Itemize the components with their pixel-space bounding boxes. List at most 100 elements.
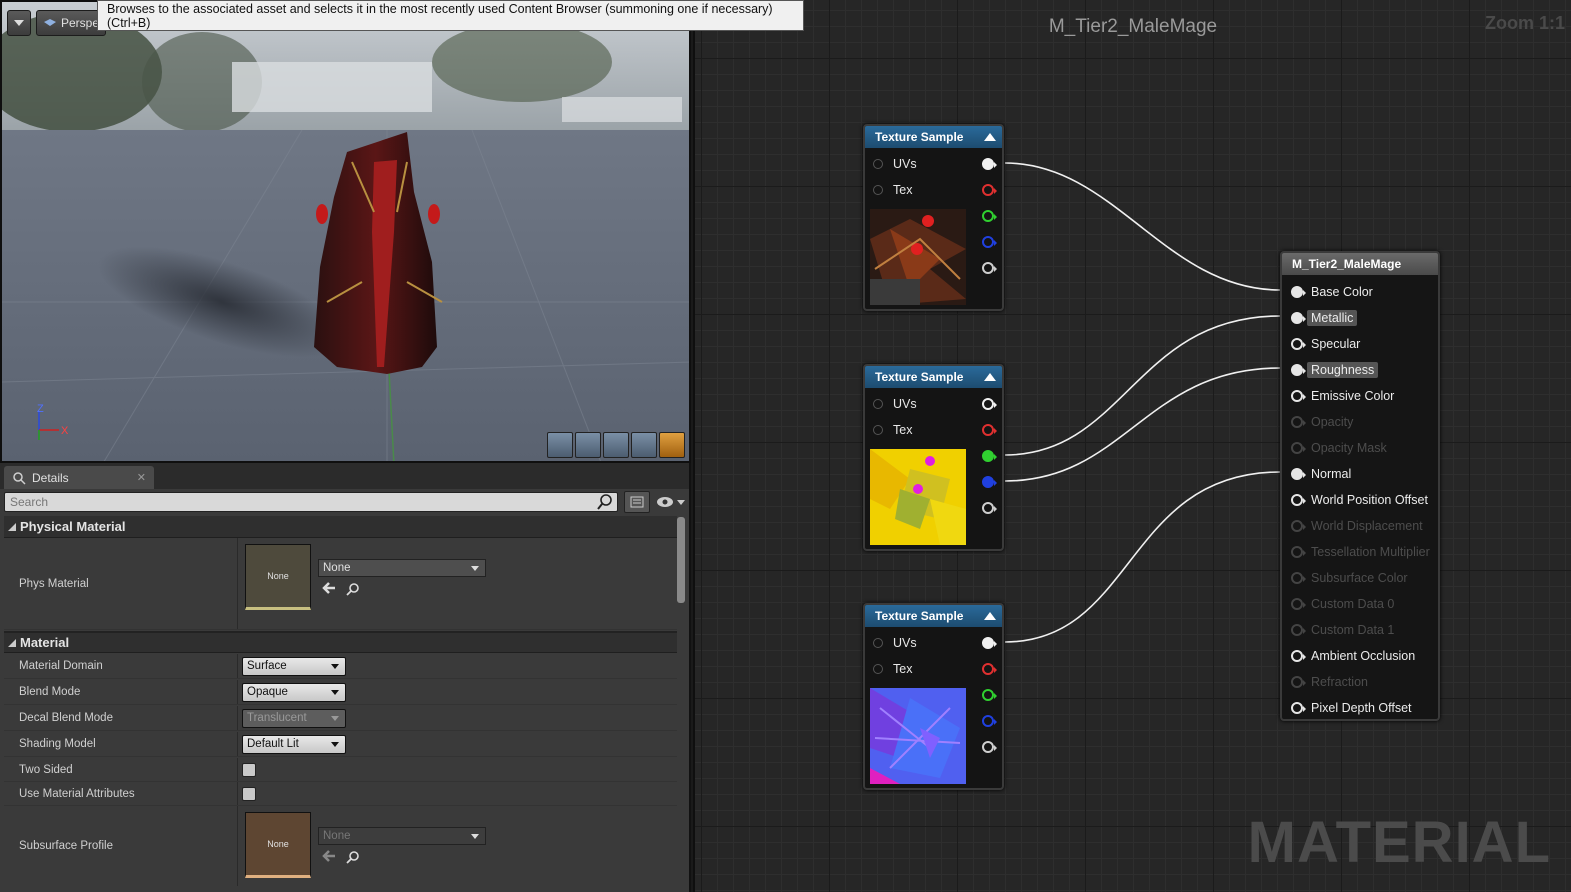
- search-input[interactable]: Search: [4, 492, 619, 512]
- output-a-pin[interactable]: [982, 262, 997, 274]
- viewport-options-button[interactable]: [7, 10, 31, 36]
- plane-preview-button[interactable]: [603, 432, 629, 458]
- node-header[interactable]: Texture Sample: [865, 366, 1002, 388]
- browse-magnifier-icon[interactable]: [346, 582, 360, 596]
- node-title: Texture Sample: [875, 609, 964, 623]
- perspective-button[interactable]: Perspe: [36, 10, 106, 36]
- shading-model-label: Shading Model: [19, 738, 96, 750]
- material-domain-dropdown[interactable]: Surface: [242, 656, 346, 676]
- pin-specular[interactable]: Specular: [1282, 331, 1438, 357]
- output-a-pin[interactable]: [982, 502, 997, 514]
- pin-tex[interactable]: Tex: [865, 656, 1002, 682]
- input-pin-icon[interactable]: [1291, 494, 1306, 506]
- collapse-icon[interactable]: [984, 612, 996, 620]
- output-b-pin[interactable]: [982, 715, 997, 727]
- texture-sample-node[interactable]: Texture Sample UVs Tex: [863, 603, 1004, 790]
- pin-tessellation-multiplier: Tessellation Multiplier: [1282, 539, 1438, 565]
- pin-normal[interactable]: Normal: [1282, 461, 1438, 487]
- two-sided-checkbox[interactable]: [242, 762, 256, 777]
- collapse-icon[interactable]: [984, 373, 996, 381]
- pin-label: World Displacement: [1311, 519, 1423, 533]
- input-pin-icon[interactable]: [873, 425, 883, 435]
- node-title: Texture Sample: [875, 370, 964, 384]
- phys-material-thumbnail[interactable]: None: [245, 544, 311, 610]
- input-pin-icon[interactable]: [873, 399, 883, 409]
- pin-base-color[interactable]: Base Color: [1282, 279, 1438, 305]
- input-pin-icon[interactable]: [1291, 468, 1306, 480]
- material-graph[interactable]: M_Tier2_MaleMage Zoom 1:1 MATERIAL Textu…: [693, 0, 1571, 892]
- sphere-preview-button[interactable]: [575, 432, 601, 458]
- output-b-pin[interactable]: [982, 476, 997, 488]
- tab-details[interactable]: Details ✕: [4, 466, 154, 489]
- row-subsurface-profile: Subsurface Profile None None: [4, 806, 677, 886]
- pin-label: Opacity: [1311, 415, 1354, 429]
- result-node-header[interactable]: M_Tier2_MaleMage: [1282, 253, 1438, 275]
- show-tool-button[interactable]: [547, 432, 573, 458]
- axis-z-label: Z: [37, 403, 44, 415]
- use-material-attributes-checkbox[interactable]: [242, 786, 256, 801]
- pin-roughness[interactable]: Roughness: [1282, 357, 1438, 383]
- output-rgb-pin[interactable]: [982, 398, 997, 410]
- output-r-pin[interactable]: [982, 184, 997, 196]
- pin-label: Tex: [893, 662, 913, 676]
- pin-label: Custom Data 0: [1311, 597, 1395, 611]
- input-pin-icon: [1291, 624, 1306, 636]
- pin-world-position-offset[interactable]: World Position Offset: [1282, 487, 1438, 513]
- visibility-dropdown[interactable]: [656, 496, 685, 508]
- output-a-pin[interactable]: [982, 741, 997, 753]
- input-pin-icon[interactable]: [873, 638, 883, 648]
- output-b-pin[interactable]: [982, 236, 997, 248]
- output-g-pin[interactable]: [982, 689, 997, 701]
- phys-material-dropdown[interactable]: None: [318, 559, 486, 577]
- input-pin-icon[interactable]: [1291, 286, 1306, 298]
- input-pin-icon[interactable]: [1291, 338, 1306, 350]
- magnifier-icon: [13, 471, 26, 485]
- browse-magnifier-icon[interactable]: [346, 850, 360, 864]
- details-scrollbar[interactable]: [677, 517, 685, 603]
- pin-ambient-occlusion[interactable]: Ambient Occlusion: [1282, 643, 1438, 669]
- close-icon[interactable]: ✕: [137, 471, 146, 484]
- pin-tex[interactable]: Tex: [865, 417, 1002, 443]
- input-pin-icon[interactable]: [873, 159, 883, 169]
- cube-icon: [44, 19, 56, 26]
- texture-sample-node[interactable]: Texture Sample UVs Tex: [863, 124, 1004, 311]
- texture-preview-mask: [870, 449, 966, 545]
- pin-refraction: Refraction: [1282, 669, 1438, 695]
- pin-uvs[interactable]: UVs: [865, 151, 1002, 177]
- pin-label: Custom Data 1: [1311, 623, 1395, 637]
- pin-pixel-depth-offset[interactable]: Pixel Depth Offset: [1282, 695, 1438, 721]
- use-selected-arrow-icon[interactable]: [322, 582, 336, 594]
- pin-tex[interactable]: Tex: [865, 177, 1002, 203]
- view-options-button[interactable]: [624, 491, 650, 513]
- category-material[interactable]: Material: [4, 631, 677, 653]
- collapse-icon[interactable]: [984, 133, 996, 141]
- output-rgb-pin[interactable]: [982, 158, 997, 170]
- node-header[interactable]: Texture Sample: [865, 605, 1002, 627]
- category-physical-material[interactable]: Physical Material: [4, 516, 677, 538]
- output-r-pin[interactable]: [982, 663, 997, 675]
- blend-mode-dropdown[interactable]: Opaque: [242, 682, 346, 702]
- input-pin-icon[interactable]: [1291, 390, 1306, 402]
- node-header[interactable]: Texture Sample: [865, 126, 1002, 148]
- output-g-pin[interactable]: [982, 450, 997, 462]
- input-pin-icon[interactable]: [1291, 364, 1306, 376]
- subsurface-profile-thumbnail[interactable]: None: [245, 812, 311, 878]
- pin-metallic[interactable]: Metallic: [1282, 305, 1438, 331]
- texture-sample-node[interactable]: Texture Sample UVs Tex: [863, 364, 1004, 551]
- output-g-pin[interactable]: [982, 210, 997, 222]
- cube-preview-button[interactable]: [631, 432, 657, 458]
- input-pin-icon[interactable]: [1291, 312, 1306, 324]
- input-pin-icon[interactable]: [1291, 702, 1306, 714]
- viewport-3d[interactable]: Z X Perspe: [0, 0, 691, 463]
- input-pin-icon[interactable]: [873, 185, 883, 195]
- output-r-pin[interactable]: [982, 424, 997, 436]
- material-result-node[interactable]: M_Tier2_MaleMage Base Color Metallic Spe…: [1280, 251, 1440, 721]
- shading-model-dropdown[interactable]: Default Lit: [242, 734, 346, 754]
- pin-emissive-color[interactable]: Emissive Color: [1282, 383, 1438, 409]
- input-pin-icon[interactable]: [1291, 650, 1306, 662]
- pin-uvs[interactable]: UVs: [865, 630, 1002, 656]
- pin-uvs[interactable]: UVs: [865, 391, 1002, 417]
- mesh-preview-button[interactable]: [659, 432, 685, 458]
- input-pin-icon[interactable]: [873, 664, 883, 674]
- output-rgb-pin[interactable]: [982, 637, 997, 649]
